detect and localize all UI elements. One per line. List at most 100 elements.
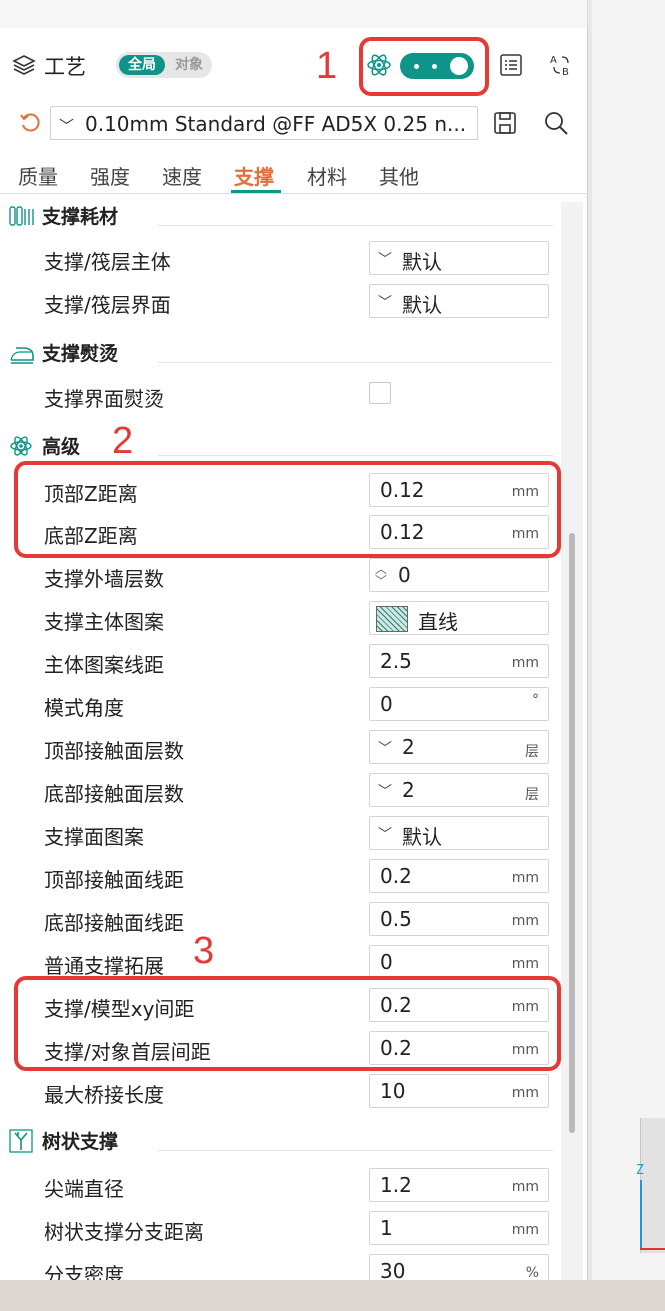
tip-diameter-input[interactable]: 1.2 mm	[369, 1168, 549, 1202]
setting-label: 分支密度	[44, 1263, 124, 1280]
input-value: 10	[380, 1079, 406, 1103]
setting-label: 顶部接触面线距	[44, 868, 184, 892]
section-divider	[158, 455, 553, 456]
input-value: 0	[398, 563, 411, 587]
input-value: 30	[380, 1259, 406, 1280]
chevron-down-icon: ﹀	[378, 784, 392, 800]
rectilinear-pattern-icon	[376, 606, 408, 632]
chevron-down-icon: ﹀	[378, 295, 392, 311]
setting-label: 支撑界面熨烫	[44, 387, 164, 411]
undo-icon[interactable]	[18, 110, 42, 134]
normal-support-expansion-input[interactable]: 0 mm	[369, 945, 549, 979]
window-top-strip	[0, 0, 588, 28]
input-value: 2.5	[380, 649, 412, 673]
tab-speed[interactable]: 速度	[162, 161, 202, 190]
setting-label: 底部接触面线距	[44, 911, 184, 935]
unit-label: 层	[525, 744, 539, 760]
branch-distance-input[interactable]: 1 mm	[369, 1211, 549, 1245]
unit-label: %	[525, 1265, 539, 1280]
section-tree-supports: 树状支撑	[8, 1126, 553, 1156]
select-value: 默认	[402, 825, 442, 849]
interface-pattern-select[interactable]: ﹀ 默认	[369, 816, 549, 850]
panel-title: 工艺	[44, 55, 86, 79]
tree-support-icon	[9, 1129, 33, 1153]
bottom-taskbar-strip	[0, 1280, 665, 1311]
section-title: 树状支撑	[42, 1131, 119, 1153]
select-value: 2	[402, 735, 415, 759]
setting-label: 普通支撑拓展	[44, 954, 164, 978]
setting-label: 主体图案线距	[44, 653, 164, 677]
tab-strength[interactable]: 强度	[90, 161, 130, 190]
setting-label: 支撑外墙层数	[44, 567, 164, 591]
section-title: 高级	[42, 436, 81, 458]
support-base-pattern-select[interactable]: 直线	[369, 601, 549, 635]
callout-box-2	[14, 461, 561, 558]
scope-global-option[interactable]: 全局	[119, 55, 165, 75]
support-interface-filament-select[interactable]: ﹀ 默认	[369, 284, 549, 318]
callout-box-1	[359, 37, 489, 96]
top-interface-spacing-input[interactable]: 0.2 mm	[369, 859, 549, 893]
select-value: 默认	[402, 293, 442, 317]
setting-label: 最大桥接长度	[44, 1083, 164, 1107]
svg-text:A: A	[550, 55, 557, 66]
input-value: 0.5	[380, 907, 412, 931]
z-axis-label: Z	[636, 1163, 644, 1178]
preset-name: 0.10mm Standard @FF AD5X 0.25 n...	[85, 112, 467, 136]
base-pattern-spacing-input[interactable]: 2.5 mm	[369, 644, 549, 678]
setting-label: 支撑/筏层主体	[44, 250, 171, 274]
x-axis-line	[640, 1248, 665, 1250]
search-icon[interactable]	[543, 110, 569, 136]
setting-row: 顶部接触面层数 ﹀ 2 层	[0, 729, 560, 769]
input-value: 0.2	[380, 864, 412, 888]
bottom-interface-layers-select[interactable]: ﹀ 2 层	[369, 773, 549, 807]
section-divider	[158, 225, 553, 226]
support-wall-loops-stepper[interactable]: ︿ ﹀ 0	[369, 558, 549, 592]
bottom-interface-spacing-input[interactable]: 0.5 mm	[369, 902, 549, 936]
support-ironing-checkbox[interactable]	[369, 382, 391, 404]
setting-row: 最大桥接长度 10 mm	[0, 1073, 560, 1113]
settings-tabs: 质量 强度 速度 支撑 材料 其他	[0, 158, 587, 194]
top-interface-layers-select[interactable]: ﹀ 2 层	[369, 730, 549, 764]
section-divider	[158, 362, 553, 363]
branch-density-input[interactable]: 30 %	[369, 1254, 549, 1280]
setting-label: 支撑面图案	[44, 825, 144, 849]
chevron-down-icon: ﹀	[59, 117, 75, 135]
active-tab-indicator	[231, 190, 281, 193]
callout-number-1: 1	[316, 45, 338, 87]
callout-box-3	[14, 976, 561, 1071]
preset-dropdown[interactable]: ﹀ 0.10mm Standard @FF AD5X 0.25 n...	[50, 106, 478, 140]
setting-label: 顶部接触面层数	[44, 739, 184, 763]
compare-icon[interactable]: A B	[548, 52, 574, 78]
select-value: 2	[402, 778, 415, 802]
viewport-area[interactable]	[592, 0, 665, 1280]
layers-icon	[12, 55, 36, 75]
scrollbar-thumb[interactable]	[569, 533, 575, 1133]
scope-toggle[interactable]: 全局 对象	[116, 52, 212, 78]
scope-object-option[interactable]: 对象	[168, 55, 210, 75]
save-icon[interactable]	[492, 110, 518, 136]
max-bridge-length-input[interactable]: 10 mm	[369, 1074, 549, 1108]
spin-arrows-icon[interactable]: ︿ ﹀	[375, 563, 387, 587]
section-advanced: 高级	[8, 431, 553, 461]
tab-material[interactable]: 材料	[307, 161, 347, 190]
unit-label: mm	[511, 655, 539, 671]
input-value: 1	[380, 1216, 393, 1240]
setting-label: 树状支撑分支距离	[44, 1220, 204, 1244]
tab-support[interactable]: 支撑	[234, 161, 274, 190]
pattern-angle-input[interactable]: 0 °	[369, 687, 549, 721]
section-support-filament: 支撑耗材	[8, 201, 553, 231]
setting-row: 支撑外墙层数 ︿ ﹀ 0	[0, 557, 560, 597]
tab-others[interactable]: 其他	[379, 161, 419, 190]
viewport-object	[640, 1118, 665, 1253]
setting-row: 分支密度 30 %	[0, 1253, 560, 1280]
support-base-filament-select[interactable]: ﹀ 默认	[369, 241, 549, 275]
tab-quality[interactable]: 质量	[18, 161, 58, 190]
input-value: 0	[380, 950, 393, 974]
list-icon[interactable]	[498, 52, 524, 78]
unit-label: mm	[511, 1179, 539, 1195]
chevron-down-icon: ﹀	[378, 252, 392, 268]
unit-label: °	[532, 692, 539, 708]
svg-text:B: B	[562, 67, 569, 78]
chevron-down-icon: ﹀	[378, 741, 392, 757]
unit-label: 层	[525, 787, 539, 803]
